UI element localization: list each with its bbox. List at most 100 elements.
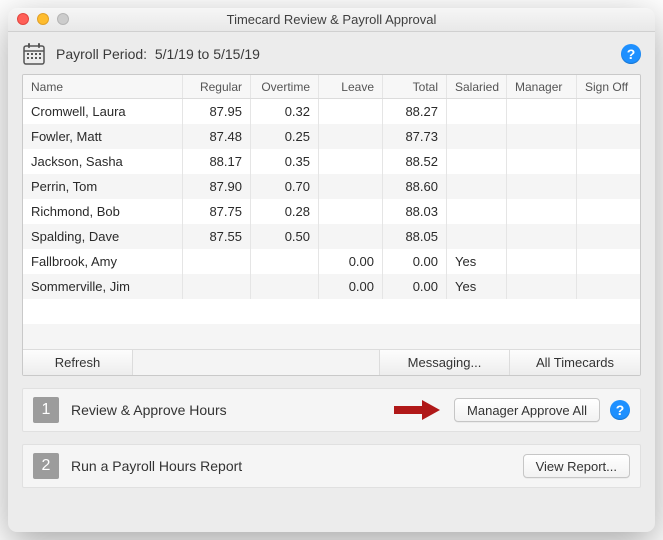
cell-total: 88.05: [383, 224, 447, 249]
cell-name: Perrin, Tom: [23, 174, 183, 199]
traffic-lights: [17, 13, 69, 25]
cell-leave: [319, 199, 383, 224]
cell-signoff: [577, 199, 637, 224]
zoom-icon[interactable]: [57, 13, 69, 25]
step-label: Run a Payroll Hours Report: [71, 458, 242, 474]
col-overtime[interactable]: Overtime: [251, 75, 319, 98]
table-row[interactable]: Fowler, Matt87.480.2587.73: [23, 124, 640, 149]
cell-total: 88.60: [383, 174, 447, 199]
cell-leave: [319, 224, 383, 249]
arrow-right-icon: [394, 400, 440, 420]
col-signoff[interactable]: Sign Off: [577, 75, 637, 98]
cell-salaried: [447, 99, 507, 124]
step-run-report: 2 Run a Payroll Hours Report View Report…: [22, 444, 641, 488]
cell-regular: 87.90: [183, 174, 251, 199]
cell-name: Cromwell, Laura: [23, 99, 183, 124]
table-row[interactable]: Fallbrook, Amy0.000.00Yes: [23, 249, 640, 274]
app-window: Timecard Review & Payroll Approval Payro…: [8, 8, 655, 532]
cell-name: Jackson, Sasha: [23, 149, 183, 174]
cell-overtime: 0.25: [251, 124, 319, 149]
cell-total: 87.73: [383, 124, 447, 149]
cell-overtime: 0.28: [251, 199, 319, 224]
help-icon: ?: [610, 400, 630, 420]
cell-overtime: 0.32: [251, 99, 319, 124]
table-row[interactable]: Sommerville, Jim0.000.00Yes: [23, 274, 640, 299]
col-regular[interactable]: Regular: [183, 75, 251, 98]
cell-name: Sommerville, Jim: [23, 274, 183, 299]
help-icon: ?: [621, 44, 641, 64]
view-report-button[interactable]: View Report...: [523, 454, 630, 478]
table-header: Name Regular Overtime Leave Total Salari…: [23, 75, 640, 99]
table-body: Cromwell, Laura87.950.3288.27Fowler, Mat…: [23, 99, 640, 299]
table-toolbar: Refresh Messaging... All Timecards: [23, 349, 640, 375]
cell-manager: [507, 149, 577, 174]
messaging-button[interactable]: Messaging...: [380, 350, 510, 375]
cell-total: 88.03: [383, 199, 447, 224]
cell-leave: 0.00: [319, 274, 383, 299]
help-button[interactable]: ?: [621, 44, 641, 64]
refresh-button[interactable]: Refresh: [23, 350, 133, 375]
cell-signoff: [577, 99, 637, 124]
cell-regular: 88.17: [183, 149, 251, 174]
cell-regular: 87.75: [183, 199, 251, 224]
window-title: Timecard Review & Payroll Approval: [227, 12, 437, 27]
cell-name: Fallbrook, Amy: [23, 249, 183, 274]
cell-manager: [507, 274, 577, 299]
table-row[interactable]: Cromwell, Laura87.950.3288.27: [23, 99, 640, 124]
cell-overtime: 0.50: [251, 224, 319, 249]
period-row: Payroll Period: 5/1/19 to 5/15/19 ?: [22, 42, 641, 66]
cell-manager: [507, 224, 577, 249]
cell-regular: [183, 249, 251, 274]
cell-leave: 0.00: [319, 249, 383, 274]
calendar-icon: [22, 42, 46, 66]
cell-name: Richmond, Bob: [23, 199, 183, 224]
cell-salaried: [447, 149, 507, 174]
cell-overtime: 0.35: [251, 149, 319, 174]
cell-salaried: Yes: [447, 249, 507, 274]
cell-overtime: 0.70: [251, 174, 319, 199]
cell-signoff: [577, 124, 637, 149]
toolbar-spacer: [133, 350, 380, 375]
col-name[interactable]: Name: [23, 75, 183, 98]
cell-salaried: [447, 224, 507, 249]
cell-manager: [507, 99, 577, 124]
table-row[interactable]: Richmond, Bob87.750.28 88.03: [23, 199, 640, 224]
table-filler: [23, 299, 640, 349]
col-manager[interactable]: Manager: [507, 75, 577, 98]
table-row[interactable]: Perrin, Tom87.900.70 88.60: [23, 174, 640, 199]
cell-salaried: [447, 174, 507, 199]
cell-signoff: [577, 274, 637, 299]
table-row[interactable]: Spalding, Dave87.550.50 88.05: [23, 224, 640, 249]
manager-approve-all-button[interactable]: Manager Approve All: [454, 398, 600, 422]
step-label: Review & Approve Hours: [71, 402, 227, 418]
step-number: 2: [33, 453, 59, 479]
cell-regular: [183, 274, 251, 299]
cell-leave: [319, 99, 383, 124]
cell-leave: [319, 149, 383, 174]
minimize-icon[interactable]: [37, 13, 49, 25]
col-salaried[interactable]: Salaried: [447, 75, 507, 98]
period-prefix: Payroll Period:: [56, 46, 147, 62]
steps: 1 Review & Approve Hours Manager Approve…: [22, 388, 641, 488]
cell-signoff: [577, 174, 637, 199]
timecard-table: Name Regular Overtime Leave Total Salari…: [22, 74, 641, 376]
cell-leave: [319, 124, 383, 149]
col-total[interactable]: Total: [383, 75, 447, 98]
col-leave[interactable]: Leave: [319, 75, 383, 98]
all-timecards-button[interactable]: All Timecards: [510, 350, 640, 375]
table-row[interactable]: Jackson, Sasha88.170.3588.52: [23, 149, 640, 174]
close-icon[interactable]: [17, 13, 29, 25]
period-range: 5/1/19 to 5/15/19: [155, 46, 260, 62]
step-number: 1: [33, 397, 59, 423]
cell-total: 0.00: [383, 249, 447, 274]
content-area: Payroll Period: 5/1/19 to 5/15/19 ? Name…: [8, 32, 655, 532]
titlebar: Timecard Review & Payroll Approval: [8, 8, 655, 32]
cell-name: Spalding, Dave: [23, 224, 183, 249]
cell-salaried: [447, 199, 507, 224]
cell-signoff: [577, 149, 637, 174]
help-button-step1[interactable]: ?: [610, 400, 630, 420]
cell-total: 0.00: [383, 274, 447, 299]
cell-total: 88.27: [383, 99, 447, 124]
cell-regular: 87.55: [183, 224, 251, 249]
cell-regular: 87.48: [183, 124, 251, 149]
